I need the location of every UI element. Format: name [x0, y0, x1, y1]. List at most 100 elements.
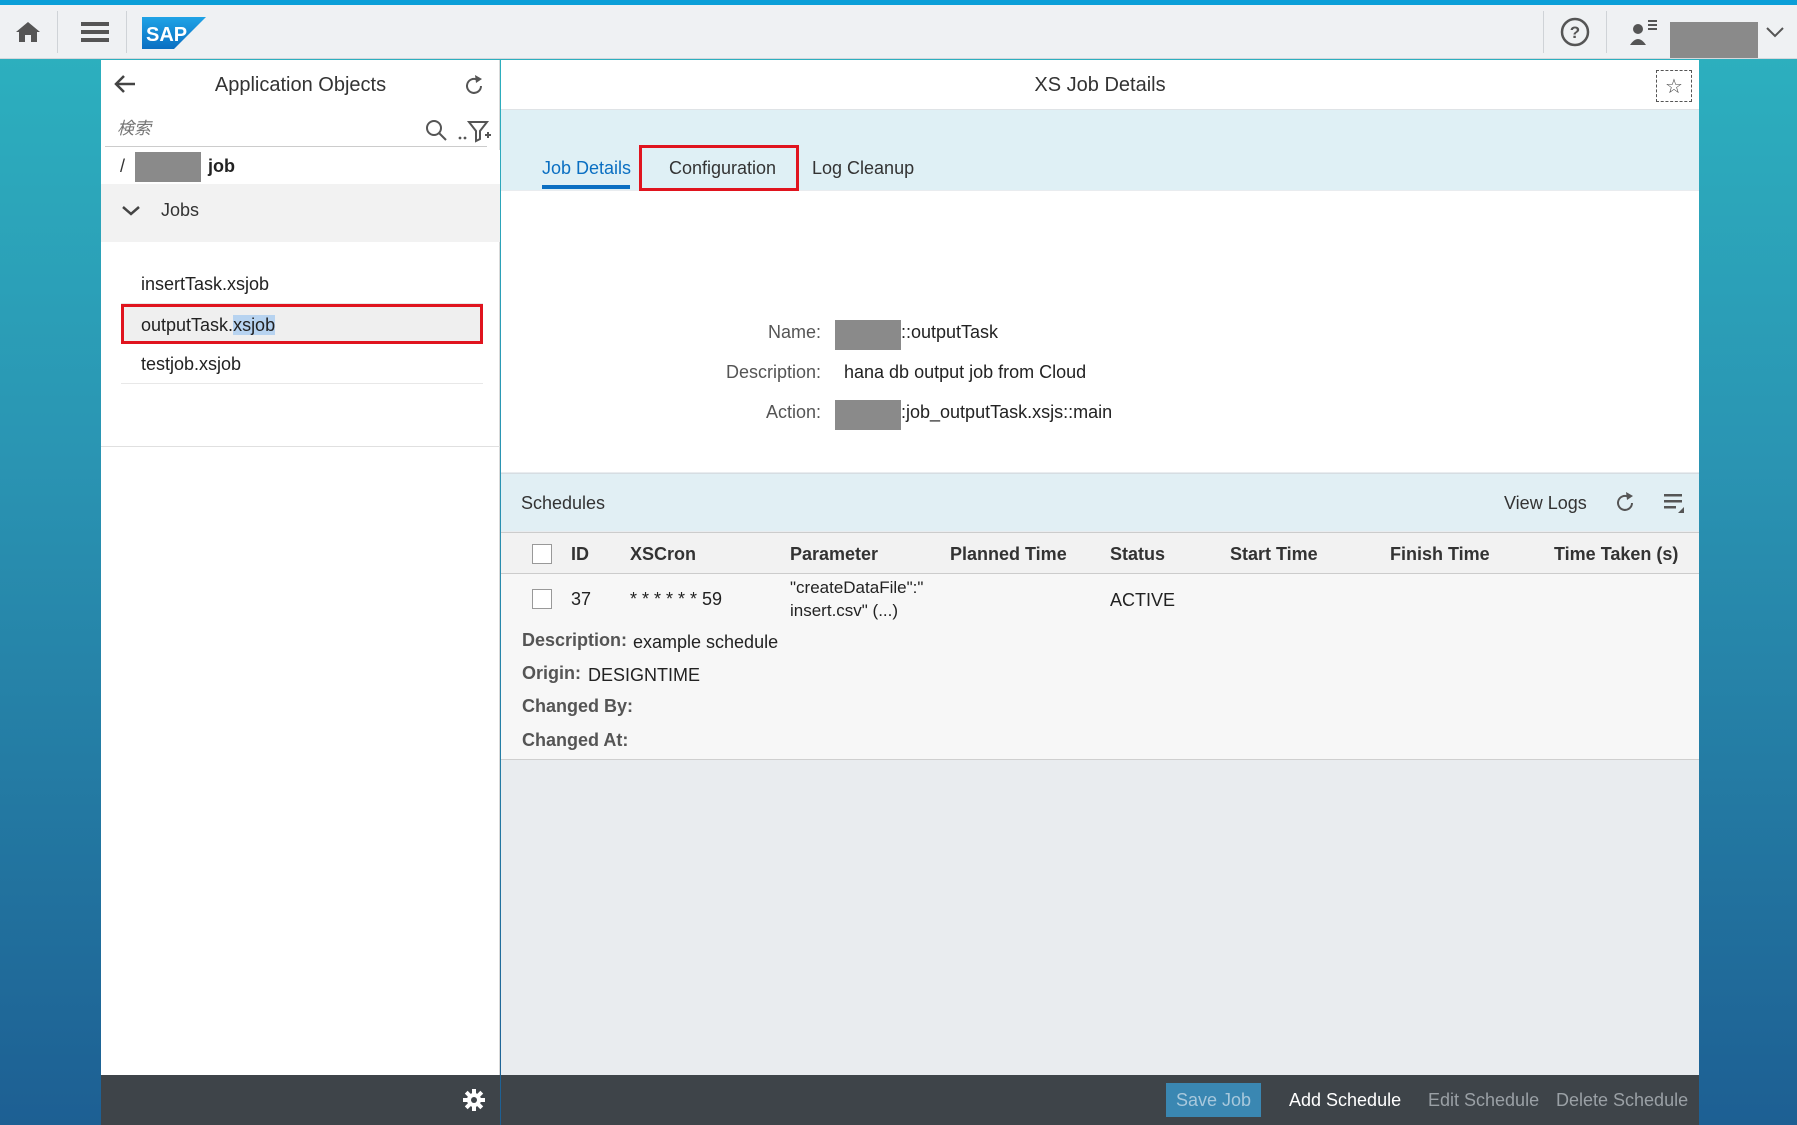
- page-title: XS Job Details: [1034, 74, 1166, 96]
- list-item[interactable]: testjob.xsjob: [121, 344, 483, 384]
- chevron-down-icon: [122, 206, 140, 216]
- description-label: Description:: [725, 362, 821, 382]
- home-button[interactable]: [0, 5, 56, 59]
- schedules-toolbar: Schedules View Logs: [501, 473, 1699, 531]
- name-value-redacted: [835, 320, 901, 350]
- cell-xscron: * * * * * * 59: [630, 589, 723, 609]
- column-header-xscron[interactable]: XSCron: [630, 544, 696, 565]
- origin-label: Origin:: [522, 663, 581, 683]
- schedules-title: Schedules: [521, 493, 606, 513]
- select-all-checkbox[interactable]: [532, 544, 552, 564]
- jobs-folder-label: Jobs: [161, 200, 200, 220]
- right-panel-header: XS Job Details ☆: [501, 60, 1699, 110]
- action-label: Action:: [765, 402, 821, 422]
- description-value: hana db output job from Cloud: [844, 362, 1087, 382]
- panel-title: Application Objects: [214, 74, 387, 96]
- name-label: Name:: [767, 322, 821, 342]
- refresh-icon: [1617, 492, 1633, 511]
- column-header-start-time[interactable]: Start Time: [1230, 544, 1318, 565]
- search-field[interactable]: [105, 113, 491, 147]
- refresh-schedules-button[interactable]: [1613, 491, 1637, 520]
- edit-schedule-button[interactable]: Edit Schedule: [1418, 1083, 1549, 1117]
- description-label: Description:: [522, 630, 628, 650]
- changed-by-label: Changed By:: [522, 696, 634, 716]
- help-button[interactable]: ?: [1551, 5, 1599, 59]
- save-job-button[interactable]: Save Job: [1166, 1083, 1262, 1117]
- refresh-button[interactable]: [462, 74, 486, 103]
- xs-job-details-panel: XS Job Details ☆ Job Details Configurati…: [501, 60, 1699, 1125]
- name-value: ::outputTask: [901, 322, 999, 342]
- column-header-finish-time[interactable]: Finish Time: [1390, 544, 1490, 565]
- column-header-planned-time[interactable]: Planned Time: [950, 544, 1067, 565]
- table-settings-button[interactable]: [1662, 491, 1686, 520]
- favorite-button[interactable]: ☆: [1656, 70, 1692, 102]
- list-item-selected[interactable]: outputTask.xsjob: [121, 304, 483, 344]
- job-details-form: Name: ::outputTask Description: hana db …: [501, 191, 1699, 472]
- path-slash: /: [120, 156, 126, 176]
- list-item-label-selection: xsjob: [233, 315, 276, 335]
- refresh-icon: [466, 75, 482, 94]
- view-logs-button[interactable]: View Logs: [1504, 493, 1587, 514]
- cell-parameter-line1: "createDataFile":": [790, 578, 924, 597]
- menu-button[interactable]: [70, 5, 120, 59]
- description-value: example schedule: [633, 632, 779, 652]
- action-value: :job_outputTask.xsjs::main: [901, 402, 1113, 422]
- filter-button[interactable]: [457, 119, 491, 148]
- path-package-name: job: [208, 156, 235, 176]
- menu-icon: [81, 22, 109, 42]
- list-item-label: insertTask.xsjob: [141, 274, 270, 294]
- user-name-redacted: [1670, 22, 1758, 58]
- action-value-redacted: [835, 400, 901, 430]
- left-panel-header: Application Objects: [101, 60, 500, 110]
- svg-text:?: ?: [1570, 23, 1580, 42]
- search-icon: [426, 120, 447, 141]
- row-checkbox[interactable]: [532, 589, 552, 609]
- cell-id: 37: [571, 589, 592, 609]
- origin-value: DESIGNTIME: [588, 665, 701, 685]
- shell-separator: [1606, 11, 1607, 53]
- column-header-parameter[interactable]: Parameter: [790, 544, 878, 565]
- user-icon: [1630, 20, 1657, 45]
- action-footer: Save Job Add Schedule Edit Schedule Dele…: [501, 1075, 1699, 1125]
- package-name-redacted: [135, 152, 201, 182]
- home-icon: [16, 22, 40, 42]
- column-header-time-taken[interactable]: Time Taken (s): [1554, 544, 1678, 565]
- help-icon: ?: [1560, 17, 1590, 47]
- delete-schedule-button[interactable]: Delete Schedule: [1546, 1083, 1698, 1117]
- gear-icon: [463, 1089, 485, 1111]
- settings-button[interactable]: [462, 1088, 486, 1117]
- search-input[interactable]: [105, 113, 405, 145]
- filter-icon: [458, 121, 491, 143]
- add-schedule-button[interactable]: Add Schedule: [1279, 1083, 1411, 1117]
- tab-job-details[interactable]: Job Details: [542, 158, 631, 179]
- user-menu-button[interactable]: [1622, 5, 1666, 59]
- schedules-table-header: ID XSCron Parameter Planned Time Status …: [501, 532, 1699, 574]
- sap-logo: SAP: [142, 17, 206, 49]
- jobs-folder-toggle[interactable]: Jobs: [101, 192, 500, 232]
- configuration-tab-highlight: [639, 145, 799, 191]
- left-panel-footer: [101, 1075, 500, 1125]
- active-tab-indicator: [542, 185, 630, 189]
- user-dropdown-button[interactable]: [1760, 5, 1790, 59]
- shell-separator: [126, 11, 127, 53]
- list-item-label: testjob.xsjob: [141, 354, 242, 374]
- application-objects-panel: Application Objects 検索 / job Jobs insert…: [101, 60, 500, 1125]
- search-button[interactable]: [425, 119, 447, 146]
- list-item-label: outputTask.: [141, 315, 234, 335]
- cell-parameter-line2: insert.csv" (...): [790, 601, 899, 620]
- svg-text:SAP: SAP: [146, 24, 187, 46]
- chevron-down-icon: [1766, 27, 1784, 38]
- list-settings-icon: [1664, 494, 1684, 513]
- column-header-status[interactable]: Status: [1110, 544, 1165, 565]
- package-path: / job Jobs: [101, 150, 500, 242]
- shell-separator: [1543, 11, 1544, 53]
- star-icon: ☆: [1665, 75, 1683, 98]
- list-item[interactable]: insertTask.xsjob: [121, 264, 483, 304]
- tab-log-cleanup[interactable]: Log Cleanup: [812, 158, 914, 179]
- column-header-id[interactable]: ID: [571, 544, 589, 565]
- job-list: insertTask.xsjob outputTask.xsjob testjo…: [101, 242, 500, 447]
- shell-separator: [57, 11, 58, 53]
- cell-status: ACTIVE: [1110, 590, 1176, 610]
- shell-bar: SAP ?: [0, 5, 1797, 59]
- table-row[interactable]: 37 * * * * * * 59 "createDataFile":" ins…: [501, 574, 1699, 760]
